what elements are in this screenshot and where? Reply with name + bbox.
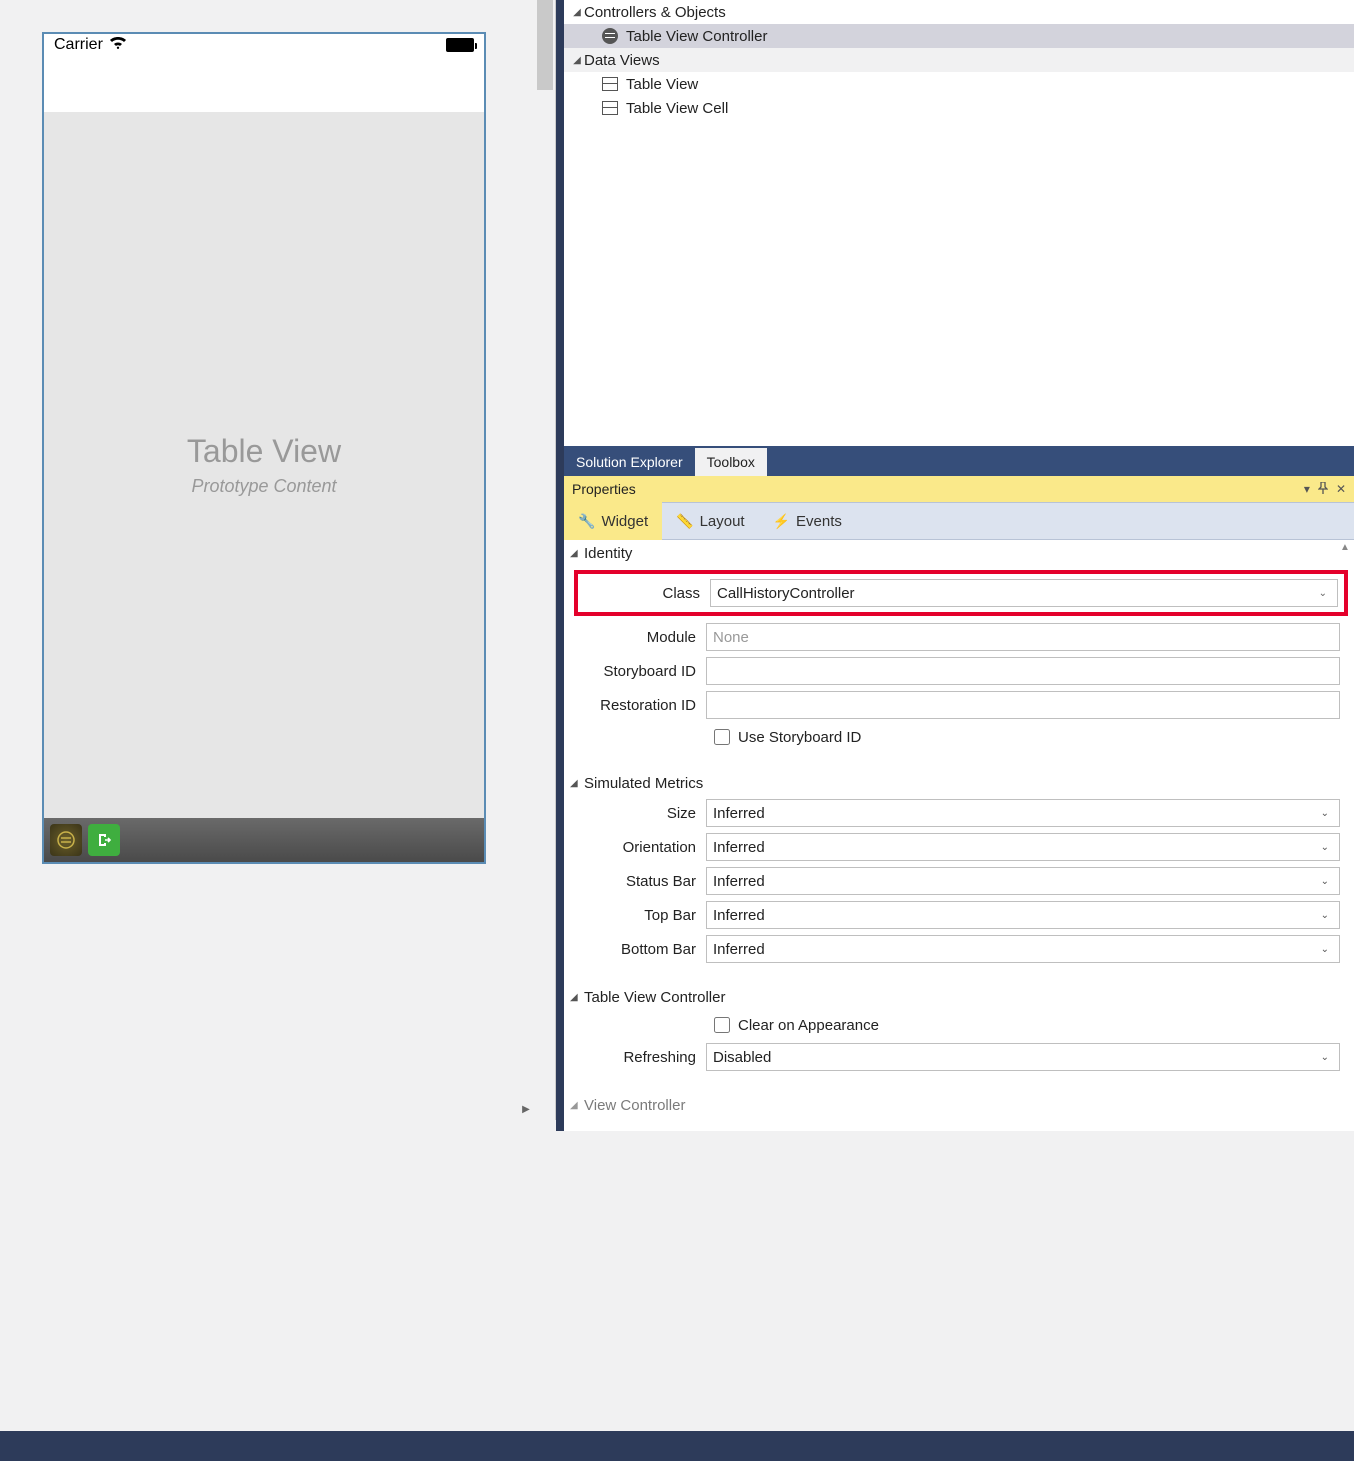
chevron-down-icon: ⌄ (1321, 808, 1333, 819)
chevron-down-icon: ⌄ (1319, 588, 1331, 599)
outline-item-label: Table View Controller (626, 28, 767, 45)
chevron-down-icon: ⌄ (1321, 1052, 1333, 1063)
subtab-widget[interactable]: 🔧 Widget (564, 502, 662, 540)
chevron-down-icon: ⌄ (1321, 910, 1333, 921)
section-label: Table View Controller (584, 989, 725, 1006)
module-input[interactable] (706, 623, 1340, 651)
bottom-bar-label: Bottom Bar (564, 941, 706, 958)
chevron-down-icon: ⌄ (1321, 842, 1333, 853)
subtab-events[interactable]: ⚡ Events (759, 502, 856, 540)
disclosure-triangle-icon[interactable]: ◢ (570, 778, 584, 789)
clear-on-appearance-checkbox[interactable] (714, 1017, 730, 1033)
pin-icon[interactable] (1318, 482, 1328, 497)
restoration-id-input[interactable] (706, 691, 1340, 719)
battery-icon (446, 38, 474, 52)
use-storyboard-id-checkbox[interactable] (714, 729, 730, 745)
panel-tabs: Solution Explorer Toolbox (564, 446, 1354, 476)
document-outline[interactable]: ◢ Controllers & Objects Table View Contr… (564, 0, 1354, 446)
storyboard-id-label: Storyboard ID (564, 663, 706, 680)
section-label: Simulated Metrics (584, 775, 703, 792)
clear-on-appearance-label: Clear on Appearance (738, 1017, 879, 1034)
dropdown-icon[interactable]: ▾ (1304, 482, 1310, 496)
phone-table-view[interactable]: Table View Prototype Content (44, 112, 484, 818)
subtab-layout[interactable]: 📏 Layout (662, 502, 758, 540)
outline-item-table-view[interactable]: Table View (564, 72, 1354, 96)
disclosure-triangle-icon[interactable]: ◢ (570, 548, 584, 559)
phone-status-bar: Carrier (44, 34, 484, 56)
use-storyboard-id-label: Use Storyboard ID (738, 729, 861, 746)
orientation-select[interactable]: Inferred⌄ (706, 833, 1340, 861)
wifi-icon (109, 36, 127, 55)
phone-bottom-toolbar (44, 818, 484, 862)
canvas-horizontal-scrollbar[interactable]: ▶ (0, 1100, 536, 1120)
close-icon[interactable]: ✕ (1336, 482, 1346, 496)
tab-toolbox[interactable]: Toolbox (695, 448, 767, 476)
refreshing-select[interactable]: Disabled⌄ (706, 1043, 1340, 1071)
size-select[interactable]: Inferred⌄ (706, 799, 1340, 827)
restoration-id-label: Restoration ID (564, 697, 706, 714)
outline-group-controllers[interactable]: ◢ Controllers & Objects (564, 0, 1354, 24)
properties-subtabs: 🔧 Widget 📏 Layout ⚡ Events (564, 502, 1354, 540)
table-icon (600, 76, 620, 92)
scene-dock-exit-icon[interactable] (88, 824, 120, 856)
properties-panel-header: Properties ▾ ✕ (564, 476, 1354, 502)
class-combobox[interactable]: CallHistoryController ⌄ (710, 579, 1338, 607)
highlight-annotation: Class CallHistoryController ⌄ (574, 570, 1348, 616)
section-label: Identity (584, 545, 632, 562)
refreshing-label: Refreshing (564, 1049, 706, 1066)
scene-dock-controller-icon[interactable] (50, 824, 82, 856)
disclosure-triangle-icon[interactable]: ◢ (570, 1100, 584, 1111)
wrench-icon: 🔧 (578, 513, 595, 530)
top-bar-label: Top Bar (564, 907, 706, 924)
properties-title: Properties (572, 481, 636, 497)
lightning-icon: ⚡ (773, 513, 790, 530)
phone-preview-frame[interactable]: Carrier Table View Prototype Content (42, 32, 486, 864)
scroll-up-icon[interactable]: ▲ (1338, 542, 1352, 556)
section-label: View Controller (584, 1097, 685, 1114)
section-table-view-controller[interactable]: ◢ Table View Controller (564, 984, 1354, 1010)
outline-group-label: Controllers & Objects (584, 4, 726, 21)
ruler-icon: 📏 (676, 513, 693, 530)
pane-splitter[interactable] (556, 0, 564, 1131)
chevron-down-icon: ⌄ (1321, 876, 1333, 887)
status-bar-bottom (0, 1431, 1354, 1461)
outline-item-table-view-cell[interactable]: Table View Cell (564, 96, 1354, 120)
carrier-label: Carrier (54, 36, 103, 54)
outline-group-label: Data Views (584, 52, 660, 69)
outline-item-label: Table View (626, 76, 698, 93)
outline-item-table-view-controller[interactable]: Table View Controller (564, 24, 1354, 48)
section-view-controller[interactable]: ◢ View Controller (564, 1092, 1354, 1118)
class-value: CallHistoryController (717, 585, 855, 602)
chevron-down-icon: ⌄ (1321, 944, 1333, 955)
size-label: Size (564, 805, 706, 822)
orientation-label: Orientation (564, 839, 706, 856)
properties-body[interactable]: ▲ ◢ Identity Class CallHistoryController… (564, 540, 1354, 1131)
bottom-bar-select[interactable]: Inferred⌄ (706, 935, 1340, 963)
designer-canvas[interactable]: Carrier Table View Prototype Content (0, 0, 556, 1120)
phone-navigation-bar (44, 56, 484, 110)
table-view-title: Table View (187, 433, 341, 470)
disclosure-triangle-icon[interactable]: ◢ (570, 7, 584, 18)
outline-group-data-views[interactable]: ◢ Data Views (564, 48, 1354, 72)
status-bar-label: Status Bar (564, 873, 706, 890)
disclosure-triangle-icon[interactable]: ◢ (570, 55, 584, 66)
table-cell-icon (600, 100, 620, 116)
outline-item-label: Table View Cell (626, 100, 728, 117)
tab-solution-explorer[interactable]: Solution Explorer (564, 448, 695, 476)
table-view-subtitle: Prototype Content (191, 476, 336, 497)
controller-icon (600, 28, 620, 44)
disclosure-triangle-icon[interactable]: ◢ (570, 992, 584, 1003)
class-label: Class (584, 585, 710, 602)
canvas-vertical-scrollbar[interactable] (535, 0, 555, 1120)
top-bar-select[interactable]: Inferred⌄ (706, 901, 1340, 929)
status-bar-select[interactable]: Inferred⌄ (706, 867, 1340, 895)
storyboard-id-input[interactable] (706, 657, 1340, 685)
section-simulated-metrics[interactable]: ◢ Simulated Metrics (564, 770, 1354, 796)
section-identity[interactable]: ◢ Identity (564, 540, 1354, 566)
module-label: Module (564, 629, 706, 646)
